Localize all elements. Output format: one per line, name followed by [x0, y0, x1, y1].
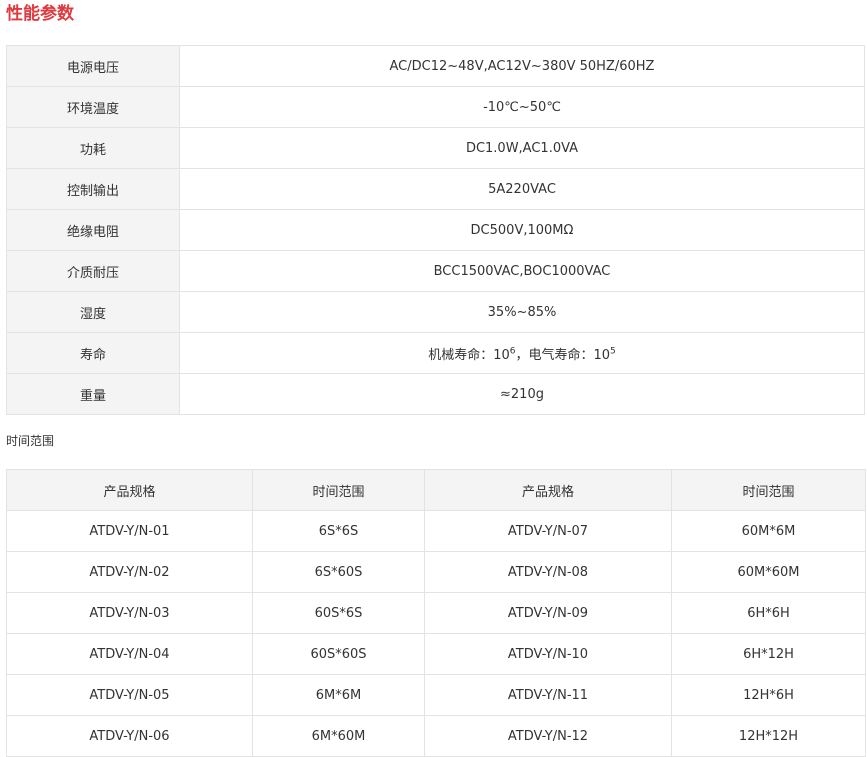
- spec-value: AC/DC12~48V,AC12V~380V 50HZ/60HZ: [179, 45, 865, 87]
- table-row: 控制输出 5A220VAC: [6, 168, 865, 210]
- spec-value-lifespan: 机械寿命：106，电气寿命：105: [179, 332, 865, 374]
- table-cell: ATDV-Y/N-11: [424, 674, 672, 716]
- spec-label: 寿命: [6, 332, 180, 374]
- table-header-row: 产品规格 时间范围 产品规格 时间范围: [6, 469, 866, 511]
- spec-value: BCC1500VAC,BOC1000VAC: [179, 250, 865, 292]
- table-row: 湿度 35%~85%: [6, 291, 865, 333]
- table-row: ATDV-Y/N-01 6S*6S ATDV-Y/N-07 60M*6M: [6, 510, 866, 552]
- table-cell: 6M*6M: [252, 674, 425, 716]
- spec-value: 5A220VAC: [179, 168, 865, 210]
- table-row: ATDV-Y/N-05 6M*6M ATDV-Y/N-11 12H*6H: [6, 674, 866, 716]
- table-cell: 60M*60M: [671, 551, 866, 593]
- table-cell: 60M*6M: [671, 510, 866, 552]
- spec-label: 控制输出: [6, 168, 180, 210]
- table-cell: ATDV-Y/N-09: [424, 592, 672, 634]
- table-cell: 6S*6S: [252, 510, 425, 552]
- spec-label: 电源电压: [6, 45, 180, 87]
- table-cell: ATDV-Y/N-07: [424, 510, 672, 552]
- table-row: 功耗 DC1.0W,AC1.0VA: [6, 127, 865, 169]
- table-cell: ATDV-Y/N-10: [424, 633, 672, 675]
- spec-label: 环境温度: [6, 86, 180, 128]
- spec-label: 湿度: [6, 291, 180, 333]
- elec-life-text: ，电气寿命：10: [515, 347, 611, 363]
- table-cell: 60S*6S: [252, 592, 425, 634]
- performance-table: 电源电压 AC/DC12~48V,AC12V~380V 50HZ/60HZ 环境…: [6, 45, 865, 415]
- table-cell: ATDV-Y/N-08: [424, 551, 672, 593]
- table-cell: 6M*60M: [252, 715, 425, 757]
- table-cell: 12H*6H: [671, 674, 866, 716]
- spec-value: DC500V,100MΩ: [179, 209, 865, 251]
- table-row: 介质耐压 BCC1500VAC,BOC1000VAC: [6, 250, 865, 292]
- spec-value: ≈210g: [179, 373, 865, 415]
- table-row: 寿命 机械寿命：106，电气寿命：105: [6, 332, 865, 374]
- column-header: 时间范围: [671, 469, 866, 511]
- table-row: 绝缘电阻 DC500V,100MΩ: [6, 209, 865, 251]
- table-row: ATDV-Y/N-03 60S*6S ATDV-Y/N-09 6H*6H: [6, 592, 866, 634]
- table-cell: ATDV-Y/N-03: [6, 592, 253, 634]
- table-cell: ATDV-Y/N-12: [424, 715, 672, 757]
- table-cell: ATDV-Y/N-05: [6, 674, 253, 716]
- table-row: 电源电压 AC/DC12~48V,AC12V~380V 50HZ/60HZ: [6, 45, 865, 87]
- column-header: 时间范围: [252, 469, 425, 511]
- table-cell: ATDV-Y/N-02: [6, 551, 253, 593]
- table-cell: 6H*6H: [671, 592, 866, 634]
- mech-life-text: 机械寿命：10: [428, 347, 510, 363]
- spec-value: DC1.0W,AC1.0VA: [179, 127, 865, 169]
- time-range-title: 时间范围: [6, 434, 55, 448]
- table-row: ATDV-Y/N-04 60S*60S ATDV-Y/N-10 6H*12H: [6, 633, 866, 675]
- table-cell: 60S*60S: [252, 633, 425, 675]
- table-cell: 6S*60S: [252, 551, 425, 593]
- time-range-table: 产品规格 时间范围 产品规格 时间范围 ATDV-Y/N-01 6S*6S AT…: [6, 469, 866, 757]
- spec-label: 重量: [6, 373, 180, 415]
- elec-life-exponent: 5: [610, 346, 616, 357]
- spec-label: 绝缘电阻: [6, 209, 180, 251]
- table-row: 重量 ≈210g: [6, 373, 865, 415]
- spec-value: 35%~85%: [179, 291, 865, 333]
- column-header: 产品规格: [424, 469, 672, 511]
- table-cell: 12H*12H: [671, 715, 866, 757]
- table-row: ATDV-Y/N-06 6M*60M ATDV-Y/N-12 12H*12H: [6, 715, 866, 757]
- spec-label: 功耗: [6, 127, 180, 169]
- table-row: 环境温度 -10℃~50℃: [6, 86, 865, 128]
- table-cell: 6H*12H: [671, 633, 866, 675]
- spec-value: -10℃~50℃: [179, 86, 865, 128]
- column-header: 产品规格: [6, 469, 253, 511]
- table-cell: ATDV-Y/N-04: [6, 633, 253, 675]
- spec-label: 介质耐压: [6, 250, 180, 292]
- table-cell: ATDV-Y/N-06: [6, 715, 253, 757]
- section-title: 性能参数: [6, 4, 74, 24]
- table-row: ATDV-Y/N-02 6S*60S ATDV-Y/N-08 60M*60M: [6, 551, 866, 593]
- table-cell: ATDV-Y/N-01: [6, 510, 253, 552]
